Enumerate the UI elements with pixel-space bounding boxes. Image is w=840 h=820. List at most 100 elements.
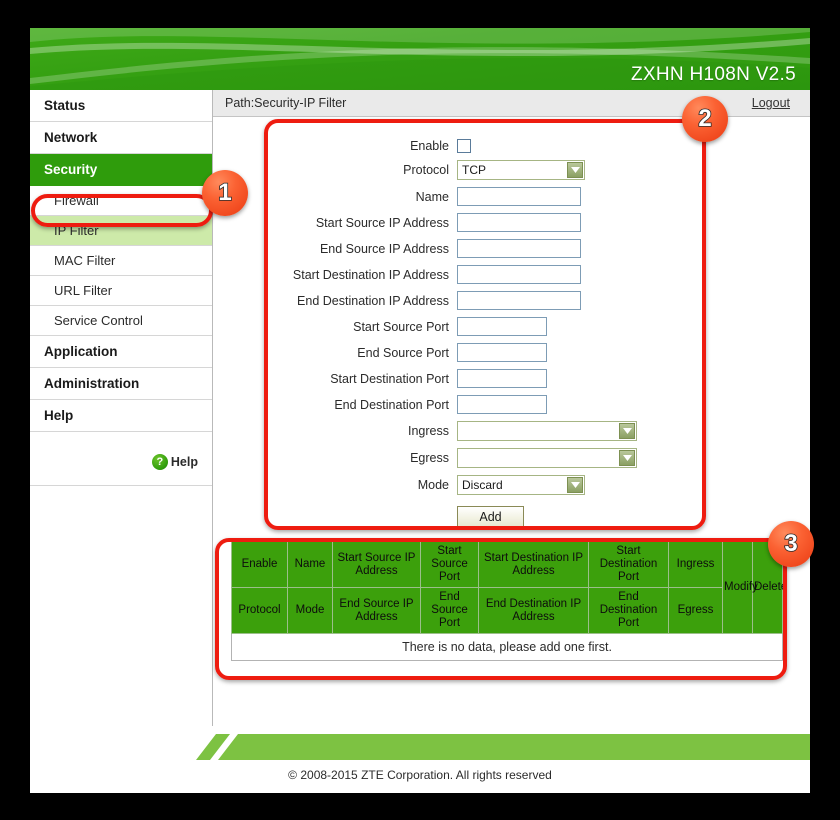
col-end-source-port: End Source Port [420,587,479,634]
header-row-end: Protocol Mode End Source IP Address End … [231,587,783,634]
footer-green-band [30,734,810,760]
col-mode: Mode [287,587,333,634]
label-end-destination-ip-address: End Destination IP Address [297,293,449,308]
label-name: Name [415,189,449,204]
label-start-destination-ip-address: Start Destination IP Address [292,267,449,282]
form-row-enable: Enable [213,139,810,153]
sidebar-item-application[interactable]: Application [30,336,212,368]
control-ingress [457,421,637,441]
logout-link[interactable]: Logout [752,96,790,110]
sidebar-nav: Status Network Security Firewall IP Filt… [30,90,213,726]
name-input[interactable] [457,187,581,206]
empty-state-row: There is no data, please add one first. [231,633,783,661]
control-start-destination-port [457,369,547,388]
start-source-ip-address-input[interactable] [457,213,581,232]
end-source-ip-address-input[interactable] [457,239,581,258]
col-egress: Egress [668,587,723,634]
col-enable: Enable [231,541,288,588]
form-row-end-destination-ip: End Destination IP Address [213,291,810,310]
pathbar: Path:Security-IP Filter Logout [213,90,810,117]
sidebar-item-network[interactable]: Network [30,122,212,154]
control-end-destination-ip [457,291,581,310]
end-destination-port-input[interactable] [457,395,547,414]
sidebar-item-administration[interactable]: Administration [30,368,212,400]
form-actions: Add [213,502,810,527]
protocol-select-value: TCP [462,163,486,177]
form-row-start-destination-port: Start Destination Port [213,369,810,388]
empty-state-message: There is no data, please add one first. [231,633,783,661]
label-end-source-ip-address: End Source IP Address [319,241,449,256]
start-destination-port-input[interactable] [457,369,547,388]
chevron-down-icon[interactable] [567,477,583,493]
col-start-source-ip: Start Source IP Address [332,541,421,588]
breadcrumb: Path:Security-IP Filter [225,96,347,110]
start-destination-ip-address-input[interactable] [457,265,581,284]
control-name [457,187,581,206]
sidebar-item-url-filter[interactable]: URL Filter [30,276,212,306]
chevron-down-icon[interactable] [567,162,583,178]
page-body: Status Network Security Firewall IP Filt… [30,90,810,726]
label-egress: Egress [410,451,449,465]
col-start-destination-port: Start Destination Port [588,541,669,588]
control-end-source-ip [457,239,581,258]
ingress-select[interactable] [457,421,637,441]
protocol-select[interactable]: TCP [457,160,585,180]
form-row-start-destination-ip: Start Destination IP Address [213,265,810,284]
question-mark-icon: ? [151,454,168,470]
control-egress [457,448,637,468]
egress-select[interactable] [457,448,637,468]
col-name: Name [287,541,333,588]
rules-grid-head: Enable Name Start Source IP Address Star… [231,541,787,634]
sidebar-item-ip-filter[interactable]: IP Filter [30,216,212,246]
header-row-start: Enable Name Start Source IP Address Star… [231,541,787,634]
chevron-down-icon[interactable] [619,423,635,439]
control-start-destination-ip [457,265,581,284]
enable-checkbox[interactable] [457,139,471,153]
control-enable [457,139,471,153]
control-end-source-port [457,343,547,362]
sidebar-item-status[interactable]: Status [30,90,212,122]
col-end-destination-port: End Destination Port [588,587,669,634]
label-start-source-ip-address: Start Source IP Address [315,215,449,230]
rules-grid-body: There is no data, please add one first. [231,633,783,661]
col-start-destination-ip: Start Destination IP Address [478,541,589,588]
end-destination-ip-address-input[interactable] [457,291,581,310]
screenshot-root: ZXHN H108N V2.5 Status Network Security … [0,0,840,820]
form-row-protocol: Protocol TCP [213,160,810,180]
form-row-ingress: Ingress [213,421,810,441]
mode-select-value: Discard [462,478,503,492]
sidebar-item-firewall[interactable]: Firewall [30,186,212,216]
page-banner: ZXHN H108N V2.5 [30,28,810,90]
chevron-down-icon[interactable] [619,450,635,466]
help-link-label: Help [170,455,198,469]
col-start-source-port: Start Source Port [420,541,479,588]
sidebar-item-security[interactable]: Security [30,154,212,186]
col-delete: Delete [752,541,787,634]
col-ingress: Ingress [668,541,723,588]
form-row-egress: Egress [213,448,810,468]
form-row-name: Name [213,187,810,206]
label-ingress: Ingress [408,424,449,438]
control-start-source-port [457,317,547,336]
page-footer: © 2008-2015 ZTE Corporation. All rights … [30,726,810,793]
sidebar-item-help[interactable]: Help [30,400,212,432]
col-end-source-ip: End Source IP Address [332,587,421,634]
mode-select[interactable]: Discard [457,475,585,495]
end-source-port-input[interactable] [457,343,547,362]
sidebar-item-service-control[interactable]: Service Control [30,306,212,336]
help-link[interactable]: ? Help [151,454,198,470]
start-source-port-input[interactable] [457,317,547,336]
ip-filter-form: Enable Protocol TCP Name Start Source IP… [213,117,810,527]
col-modify: Modify [722,541,758,634]
form-row-start-source-port: Start Source Port [213,317,810,336]
form-row-start-source-ip: Start Source IP Address [213,213,810,232]
label-mode: Mode [417,478,449,492]
add-button[interactable]: Add [457,506,524,527]
ip-filter-rules-table: Enable Name Start Source IP Address Star… [213,527,810,661]
label-start-destination-port: Start Destination Port [330,371,449,386]
footer-stripe-decoration [196,734,810,760]
form-row-end-source-ip: End Source IP Address [213,239,810,258]
label-end-source-port: End Source Port [357,345,449,360]
sidebar-item-mac-filter[interactable]: MAC Filter [30,246,212,276]
form-row-end-destination-port: End Destination Port [213,395,810,414]
